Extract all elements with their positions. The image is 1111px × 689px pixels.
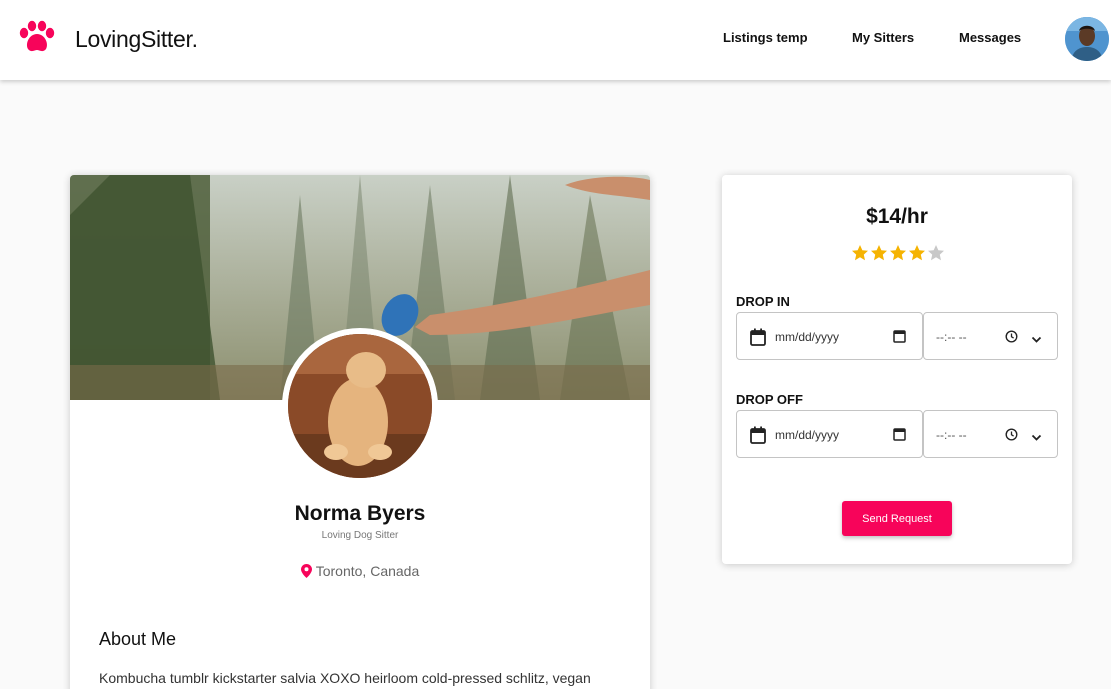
time-placeholder: --:-- -- bbox=[936, 428, 967, 442]
sitter-profile-card: Norma Byers Loving Dog Sitter Toronto, C… bbox=[70, 175, 650, 689]
clock-icon[interactable] bbox=[1005, 428, 1018, 446]
date-placeholder: mm/dd/yyyy bbox=[775, 428, 840, 442]
chevron-down-icon[interactable] bbox=[1031, 331, 1042, 349]
send-request-button[interactable]: Send Request bbox=[842, 501, 952, 536]
calendar-icon bbox=[750, 426, 766, 449]
rating-stars bbox=[851, 244, 945, 262]
star-filled-icon bbox=[909, 245, 925, 261]
chevron-down-icon[interactable] bbox=[1031, 429, 1042, 447]
drop-off-label: DROP OFF bbox=[736, 392, 803, 407]
drop-in-date-input[interactable]: mm/dd/yyyy bbox=[736, 312, 923, 360]
date-placeholder: mm/dd/yyyy bbox=[775, 330, 840, 344]
drop-in-time-input[interactable]: --:-- -- bbox=[923, 312, 1058, 360]
star-empty-icon bbox=[928, 245, 944, 261]
nav-messages[interactable]: Messages bbox=[959, 30, 1021, 45]
drop-off-time-input[interactable]: --:-- -- bbox=[923, 410, 1058, 458]
sitter-name: Norma Byers bbox=[294, 502, 426, 525]
sitter-title: Loving Dog Sitter bbox=[321, 530, 399, 541]
sitter-location: Toronto, Canada bbox=[70, 563, 650, 581]
star-filled-icon bbox=[871, 245, 887, 261]
about-heading: About Me bbox=[99, 629, 177, 649]
nav-my-sitters[interactable]: My Sitters bbox=[852, 30, 914, 45]
paw-logo-icon[interactable] bbox=[18, 20, 56, 54]
location-text: Toronto, Canada bbox=[315, 563, 420, 579]
top-navbar: LovingSitter. Listings temp My Sitters M… bbox=[0, 0, 1111, 80]
calendar-picker-icon[interactable] bbox=[893, 329, 906, 348]
calendar-icon bbox=[750, 328, 766, 351]
sitter-avatar bbox=[282, 328, 438, 484]
calendar-picker-icon[interactable] bbox=[893, 427, 906, 446]
brand-name[interactable]: LovingSitter. bbox=[75, 26, 198, 53]
drop-off-date-input[interactable]: mm/dd/yyyy bbox=[736, 410, 923, 458]
booking-card: $14/hr DROP IN mm/dd/yyyy --:-- -- DROP … bbox=[722, 175, 1072, 564]
hourly-rate: $14/hr bbox=[866, 205, 928, 228]
star-filled-icon bbox=[890, 245, 906, 261]
nav-listings-temp[interactable]: Listings temp bbox=[723, 30, 808, 45]
star-filled-icon bbox=[852, 245, 868, 261]
user-avatar[interactable] bbox=[1065, 17, 1109, 61]
drop-in-label: DROP IN bbox=[736, 294, 790, 309]
location-pin-icon bbox=[300, 564, 312, 581]
clock-icon[interactable] bbox=[1005, 330, 1018, 348]
about-text: Kombucha tumblr kickstarter salvia XOXO … bbox=[99, 670, 591, 686]
time-placeholder: --:-- -- bbox=[936, 330, 967, 344]
